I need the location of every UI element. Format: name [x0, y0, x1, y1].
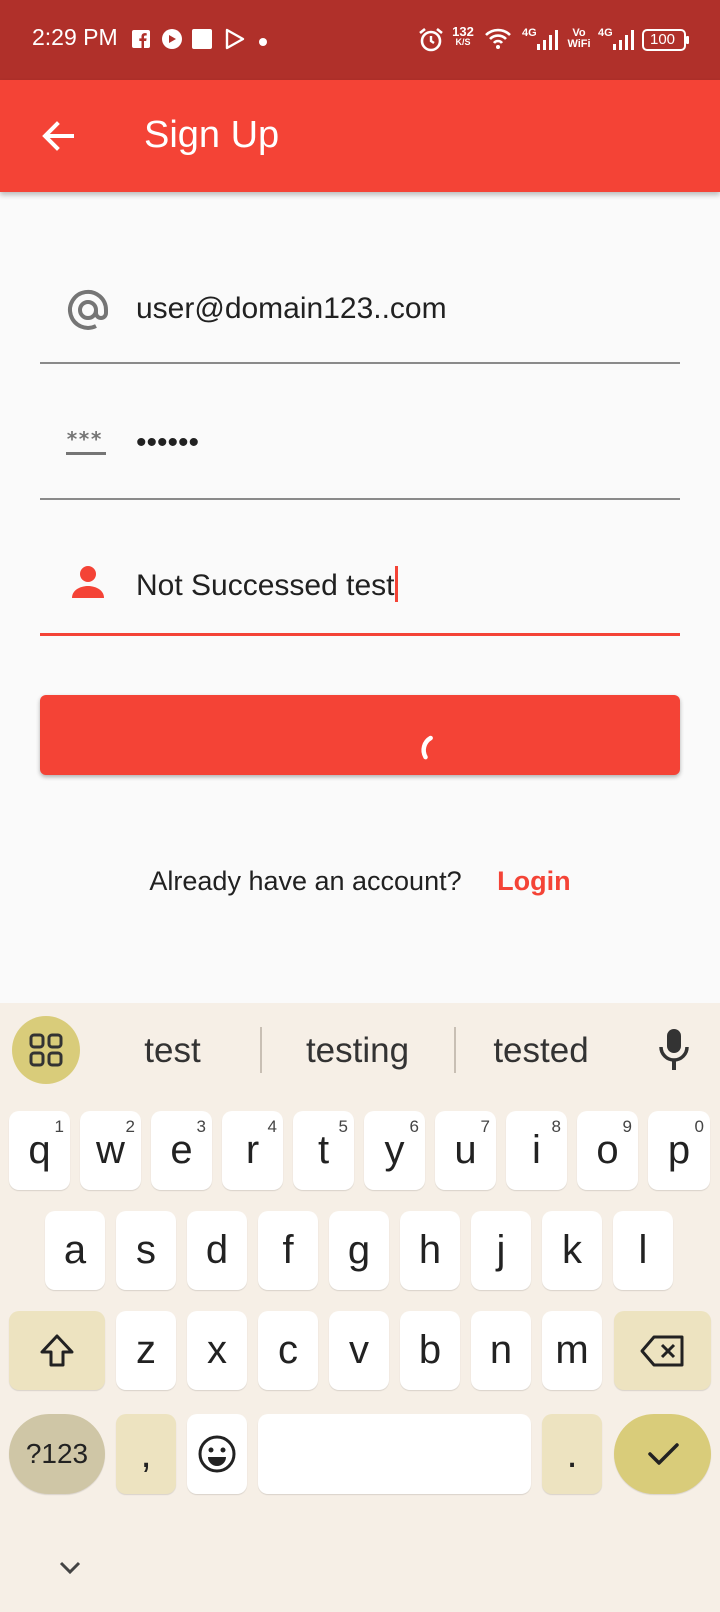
key-f[interactable]: f — [258, 1211, 318, 1290]
key-k[interactable]: k — [542, 1211, 602, 1290]
key-b[interactable]: b — [400, 1311, 460, 1390]
sync-app-icon — [161, 28, 183, 58]
password-icon: *** — [66, 427, 110, 472]
key-v[interactable]: v — [329, 1311, 389, 1390]
key-g[interactable]: g — [329, 1211, 389, 1290]
status-time: 2:29 PM — [32, 24, 118, 50]
battery-level: 100 — [650, 31, 676, 48]
comma-key[interactable]: , — [116, 1414, 176, 1494]
name-input-value: Not Successed test — [136, 566, 399, 603]
chevron-down-icon[interactable] — [56, 1558, 84, 1578]
emoji-icon — [198, 1435, 236, 1473]
shift-key[interactable] — [9, 1311, 105, 1390]
key-w[interactable]: w2 — [80, 1111, 141, 1190]
person-icon — [66, 560, 110, 604]
backspace-icon — [640, 1335, 683, 1366]
soft-keyboard: test testing tested q1 w2 e3 r4 t5 y6 u7… — [0, 1003, 720, 1612]
suggestion-3[interactable]: tested — [465, 1031, 617, 1071]
key-i[interactable]: i8 — [506, 1111, 567, 1190]
suggestion-bar: test testing tested — [0, 1003, 720, 1101]
email-field[interactable]: user@domain123..com — [40, 254, 680, 364]
password-field[interactable]: *** •••••• — [40, 390, 680, 500]
keyboard-apps-icon[interactable] — [12, 1016, 80, 1084]
login-prompt: Already have an account? Login — [0, 866, 720, 897]
status-bar: 2:29 PM 132 K/S 4G Vo WiFi 4G 100 — [0, 0, 720, 80]
signal-icon-1 — [536, 29, 558, 59]
app-bar: Sign Up — [0, 80, 720, 192]
period-key[interactable]: . — [542, 1414, 602, 1494]
space-key[interactable] — [258, 1414, 531, 1494]
square-app-icon — [192, 29, 212, 59]
loading-spinner-icon — [402, 723, 442, 763]
key-z[interactable]: z — [116, 1311, 176, 1390]
key-t[interactable]: t5 — [293, 1111, 354, 1190]
key-y[interactable]: y6 — [364, 1111, 425, 1190]
svg-text:***: *** — [66, 428, 102, 451]
facebook-icon — [132, 30, 150, 60]
name-underline — [40, 633, 680, 636]
suggestion-2[interactable]: testing — [275, 1031, 440, 1071]
alarm-icon — [418, 27, 444, 57]
vowifi-indicator: Vo WiFi — [567, 27, 591, 50]
page-title: Sign Up — [144, 114, 280, 156]
password-underline — [40, 498, 680, 500]
email-underline — [40, 362, 680, 364]
key-n[interactable]: n — [471, 1311, 531, 1390]
sign-up-button[interactable] — [40, 695, 680, 775]
key-a[interactable]: a — [45, 1211, 105, 1290]
symbols-key[interactable]: ?123 — [9, 1414, 105, 1494]
network-type-2: 4G — [598, 27, 613, 39]
suggestion-divider — [454, 1027, 456, 1073]
network-type-1: 4G — [522, 27, 537, 39]
key-e[interactable]: e3 — [151, 1111, 212, 1190]
microphone-icon[interactable] — [654, 1027, 694, 1073]
login-link[interactable]: Login — [497, 866, 570, 896]
suggestion-divider — [260, 1027, 262, 1073]
email-input-value: user@domain123..com — [136, 292, 447, 325]
back-arrow-icon[interactable] — [38, 116, 78, 156]
suggestion-1[interactable]: test — [100, 1031, 245, 1071]
key-j[interactable]: j — [471, 1211, 531, 1290]
password-input-value: •••••• — [136, 426, 200, 459]
checkmark-icon — [647, 1443, 679, 1465]
key-c[interactable]: c — [258, 1311, 318, 1390]
key-l[interactable]: l — [613, 1211, 673, 1290]
key-s[interactable]: s — [116, 1211, 176, 1290]
key-m[interactable]: m — [542, 1311, 602, 1390]
enter-key[interactable] — [614, 1414, 711, 1494]
play-store-icon — [224, 28, 246, 58]
emoji-key[interactable] — [187, 1414, 247, 1494]
key-u[interactable]: u7 — [435, 1111, 496, 1190]
name-field[interactable]: Not Successed test — [40, 526, 680, 636]
login-question: Already have an account? — [149, 866, 462, 896]
key-r[interactable]: r4 — [222, 1111, 283, 1190]
key-h[interactable]: h — [400, 1211, 460, 1290]
wifi-icon — [484, 28, 512, 58]
signal-icon-2 — [612, 29, 634, 59]
key-p[interactable]: p0 — [648, 1111, 710, 1190]
network-speed: 132 K/S — [452, 24, 474, 47]
key-o[interactable]: o9 — [577, 1111, 638, 1190]
key-d[interactable]: d — [187, 1211, 247, 1290]
key-x[interactable]: x — [187, 1311, 247, 1390]
backspace-key[interactable] — [614, 1311, 711, 1390]
text-caret — [395, 566, 399, 602]
more-notifications-dot — [258, 34, 268, 64]
key-q[interactable]: q1 — [9, 1111, 70, 1190]
shift-icon — [40, 1334, 74, 1366]
at-sign-icon — [66, 288, 110, 332]
